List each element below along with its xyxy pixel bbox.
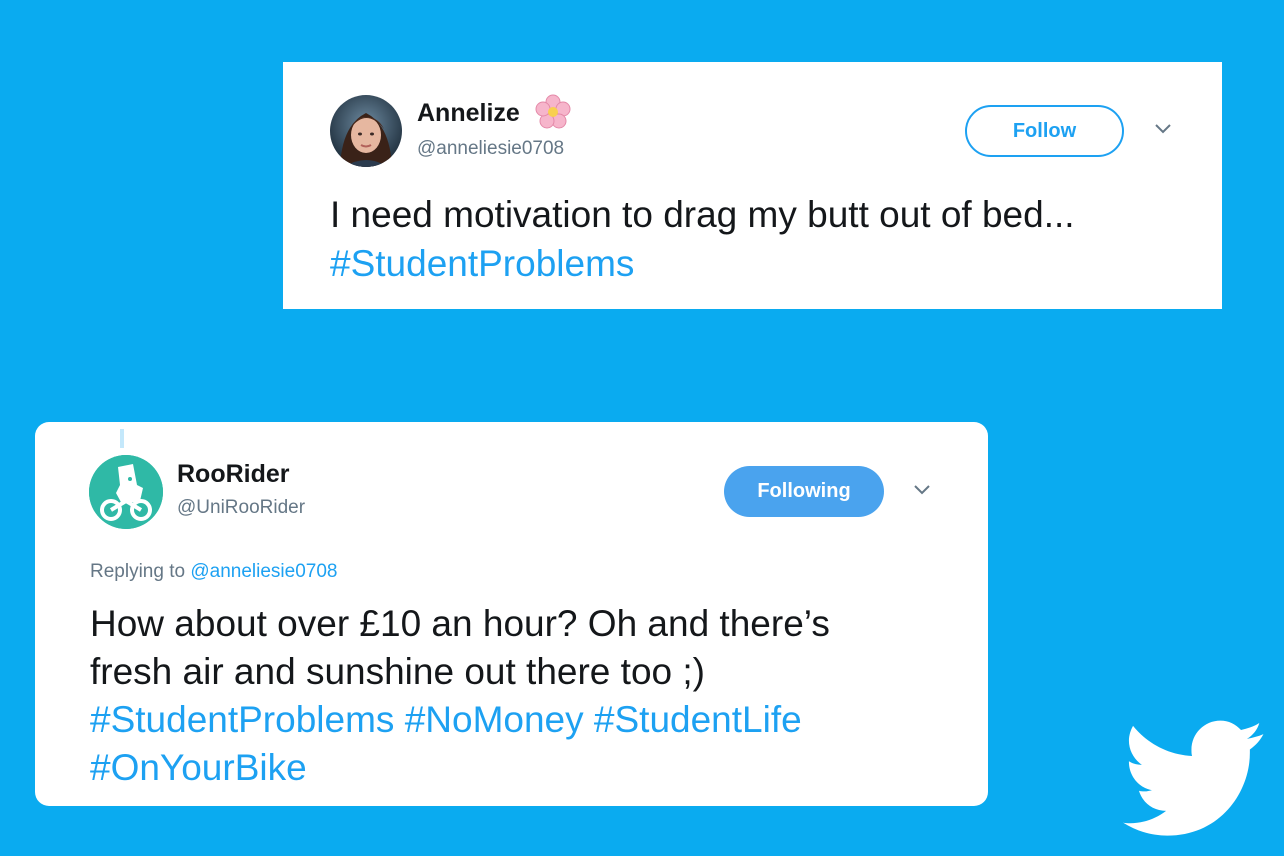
tweet-card-roorider: RooRider @UniRooRider Following Replying… [35, 422, 988, 806]
follow-button[interactable]: Follow [965, 105, 1124, 157]
twitter-bird-icon [1123, 720, 1264, 836]
hashtag-link[interactable]: #OnYourBike [90, 747, 307, 788]
tweet-text: How about over £10 an hour? Oh and there… [90, 600, 950, 792]
hashtag-link[interactable]: #StudentProblems [330, 243, 634, 284]
replying-to: Replying to @anneliesie0708 [90, 561, 337, 583]
tweet-text-line: How about over £10 an hour? Oh and there… [90, 603, 830, 644]
user-handle[interactable]: @UniRooRider [177, 497, 305, 519]
hashtag-link[interactable]: #StudentProblems [90, 699, 394, 740]
tweet-text-body: I need motivation to drag my butt out of… [330, 194, 1075, 235]
replying-to-label: Replying to [90, 561, 186, 582]
replying-to-handle-link[interactable]: @anneliesie0708 [190, 561, 337, 582]
user-handle[interactable]: @anneliesie0708 [417, 138, 564, 160]
hashtag-link[interactable]: #NoMoney [405, 699, 584, 740]
display-name[interactable]: RooRider [177, 460, 290, 489]
avatar-annelize[interactable] [330, 95, 402, 167]
tweet-text-line: fresh air and sunshine out there too ;) [90, 651, 705, 692]
thread-line [120, 429, 124, 448]
deliveroo-logo-icon[interactable] [89, 455, 163, 529]
tweet-card-annelize: Annelize @anneliesie0708 Follow I need m… [283, 62, 1222, 309]
tweet-text: I need motivation to drag my butt out of… [330, 190, 1190, 288]
cherry-blossom-icon [535, 94, 571, 129]
display-name[interactable]: Annelize [417, 99, 520, 128]
following-button[interactable]: Following [724, 466, 884, 517]
chevron-down-icon[interactable] [913, 484, 931, 496]
hashtag-link[interactable]: #StudentLife [594, 699, 802, 740]
chevron-down-icon[interactable] [1154, 123, 1172, 135]
